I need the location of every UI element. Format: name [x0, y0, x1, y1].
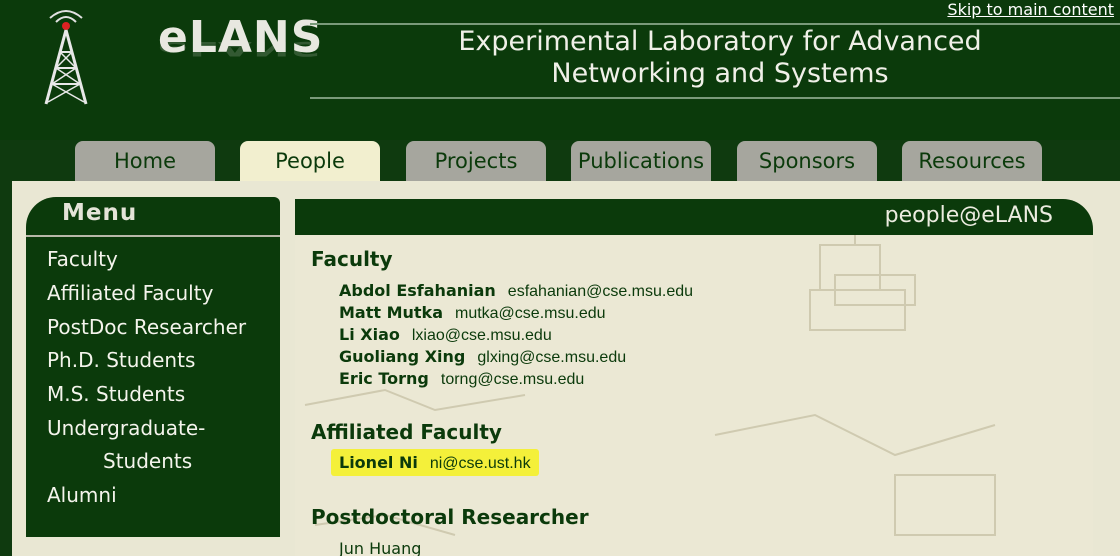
- list-item-faculty: Matt Mutka mutka@cse.msu.edu: [339, 303, 606, 323]
- header-divider: [310, 23, 1120, 25]
- main-panel-header-label: people@eLANS: [884, 203, 1053, 228]
- header-divider: [310, 97, 1120, 99]
- faculty-heading: Faculty: [311, 247, 393, 271]
- faculty-email[interactable]: esfahanian@cse.msu.edu: [508, 283, 693, 300]
- faculty-name: Matt Mutka: [339, 303, 443, 322]
- site-title-line-2: Networking and Systems: [551, 58, 889, 89]
- list-item-faculty: Eric Torng torng@cse.msu.edu: [339, 369, 584, 389]
- faculty-email[interactable]: lxiao@cse.msu.edu: [412, 327, 552, 344]
- site-title: Experimental Laboratory for Advanced Net…: [300, 26, 1120, 90]
- faculty-name: Guoliang Xing: [339, 347, 466, 366]
- affiliated-email[interactable]: ni@cse.ust.hk: [430, 455, 531, 472]
- menu-item-faculty[interactable]: Faculty: [47, 247, 118, 271]
- sidebar-menu: Menu Faculty Affiliated Faculty PostDoc …: [26, 197, 280, 537]
- list-item-faculty: Abdol Esfahanian esfahanian@cse.msu.edu: [339, 281, 693, 301]
- postdoc-name: Jun Huang: [339, 539, 422, 556]
- faculty-email[interactable]: torng@cse.msu.edu: [441, 371, 584, 388]
- affiliated-faculty-heading: Affiliated Faculty: [311, 420, 502, 444]
- faculty-email[interactable]: mutka@cse.msu.edu: [455, 305, 606, 322]
- list-item-affiliated-faculty: Lionel Ni ni@cse.ust.hk: [331, 449, 539, 476]
- tab-home[interactable]: Home: [75, 141, 215, 183]
- site-header: eLANS eLANS Experimental Laboratory for …: [0, 0, 1120, 140]
- tab-sponsors[interactable]: Sponsors: [737, 141, 877, 183]
- menu-item-postdoc[interactable]: PostDoc Researcher: [47, 315, 246, 339]
- list-item-postdoc: Jun Huang: [339, 539, 421, 556]
- menu-item-phd-students[interactable]: Ph.D. Students: [47, 348, 195, 372]
- menu-title: Menu: [62, 200, 138, 226]
- menu-item-undergraduate-students-cont[interactable]: Students: [103, 449, 192, 473]
- tab-resources[interactable]: Resources: [902, 141, 1042, 183]
- menu-divider: [26, 235, 280, 237]
- list-item-faculty: Guoliang Xing glxing@cse.msu.edu: [339, 347, 626, 367]
- menu-item-affiliated-faculty[interactable]: Affiliated Faculty: [47, 281, 213, 305]
- skip-to-main-link[interactable]: Skip to main content: [945, 0, 1116, 19]
- menu-item-undergraduate-students[interactable]: Undergraduate-: [47, 416, 205, 440]
- faculty-email[interactable]: glxing@cse.msu.edu: [477, 349, 626, 366]
- menu-item-alumni[interactable]: Alumni: [47, 483, 117, 507]
- highlight-marker: Lionel Ni ni@cse.ust.hk: [331, 449, 539, 476]
- tab-projects[interactable]: Projects: [406, 141, 546, 183]
- menu-item-ms-students[interactable]: M.S. Students: [47, 382, 185, 406]
- main-content: Faculty Abdol Esfahanian esfahanian@cse.m…: [295, 235, 1093, 556]
- site-title-line-1: Experimental Laboratory for Advanced: [458, 26, 982, 57]
- logo-reflection: eLANS: [158, 37, 324, 60]
- tab-publications[interactable]: Publications: [571, 141, 711, 183]
- radio-tower-icon: [44, 10, 88, 105]
- faculty-name: Eric Torng: [339, 369, 429, 388]
- tab-people[interactable]: People: [240, 141, 380, 185]
- faculty-name: Abdol Esfahanian: [339, 281, 496, 300]
- affiliated-name: Lionel Ni: [339, 453, 418, 472]
- list-item-faculty: Li Xiao lxiao@cse.msu.edu: [339, 325, 552, 345]
- postdoc-heading: Postdoctoral Researcher: [311, 505, 589, 529]
- faculty-name: Li Xiao: [339, 325, 400, 344]
- main-panel-header: people@eLANS: [295, 199, 1093, 235]
